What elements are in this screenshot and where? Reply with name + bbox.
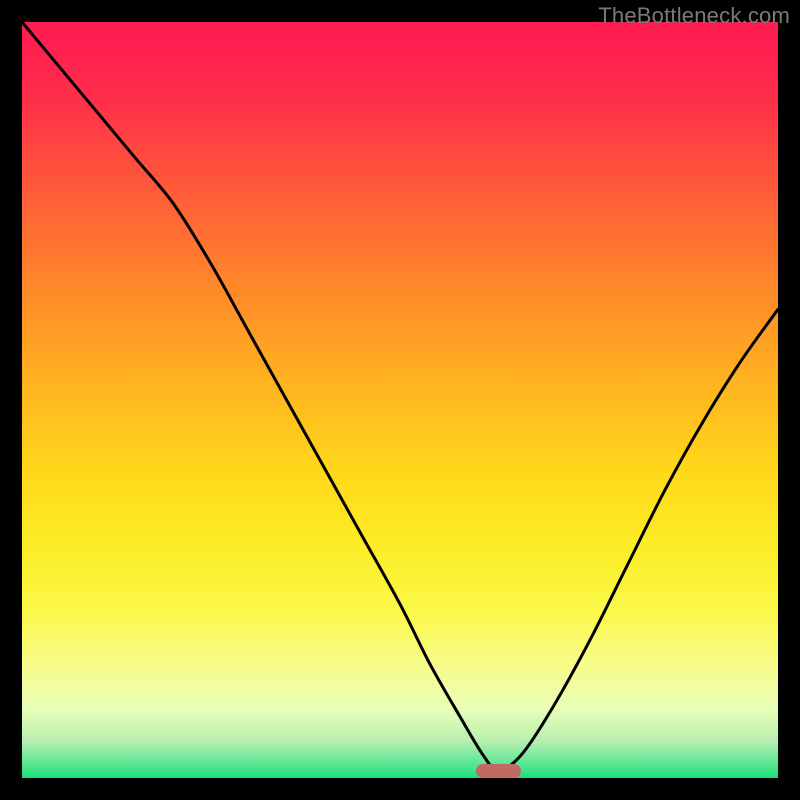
- curve-path: [22, 22, 778, 770]
- watermark-text: TheBottleneck.com: [598, 3, 790, 29]
- chart-frame: TheBottleneck.com: [0, 0, 800, 800]
- minimum-marker: [476, 764, 521, 778]
- bottleneck-curve: [22, 22, 778, 778]
- plot-area: [22, 22, 778, 778]
